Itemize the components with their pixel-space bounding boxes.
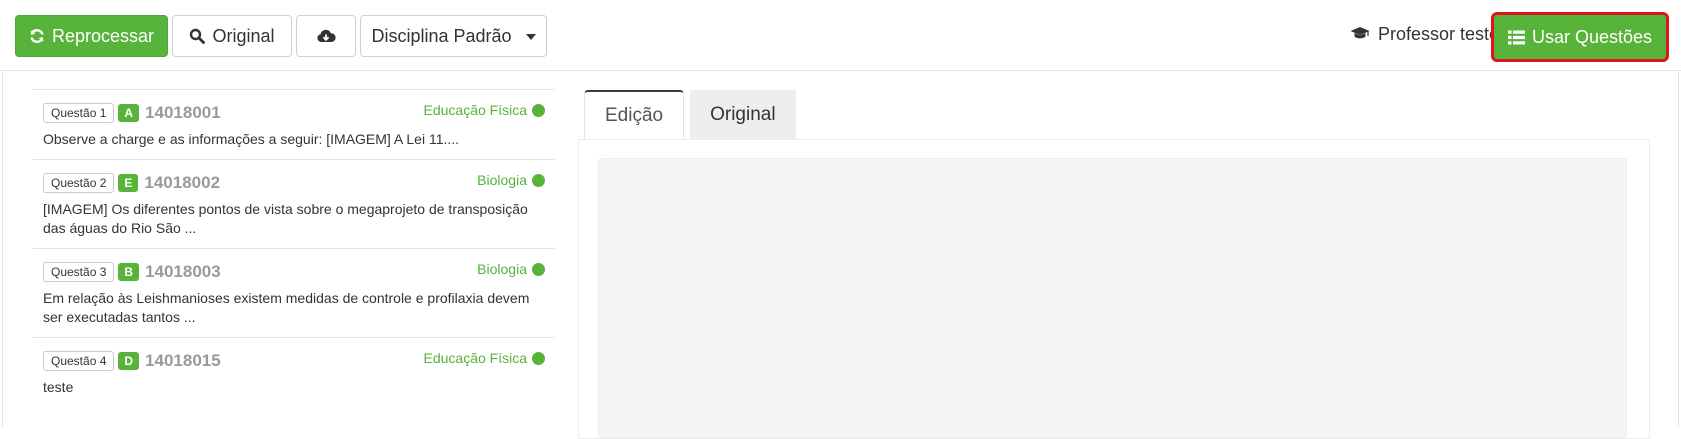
- question-code: 14018003: [145, 262, 221, 281]
- use-questions-button[interactable]: Usar Questões: [1491, 12, 1669, 62]
- refresh-icon: [29, 28, 45, 44]
- graduation-cap-icon: [1350, 24, 1370, 45]
- question-number-badge: Questão 1: [43, 103, 115, 123]
- download-button[interactable]: [296, 15, 356, 57]
- reprocess-label: Reprocessar: [51, 25, 155, 46]
- caret-down-icon: [525, 34, 536, 40]
- question-item[interactable]: Questão 3 B 14018003 Biologia Em relação…: [33, 249, 555, 338]
- question-number-badge: Questão 3: [43, 262, 115, 282]
- question-subject: Educação Física: [423, 350, 528, 366]
- use-questions-label: Usar Questões: [1531, 26, 1653, 47]
- question-subject: Educação Física: [423, 102, 528, 118]
- question-text: Observe a charge e as informações a segu…: [43, 131, 460, 147]
- tab-original[interactable]: Original: [690, 90, 796, 139]
- question-code: 14018015: [145, 351, 221, 370]
- user-menu[interactable]: Professor teste: [1350, 24, 1499, 45]
- answer-letter-badge: D: [118, 352, 140, 370]
- question-code: 14018002: [144, 173, 221, 192]
- answer-letter-badge: A: [118, 104, 140, 122]
- question-text: [IMAGEM] Os diferentes pontos de vista s…: [43, 201, 528, 236]
- status-dot-icon: [532, 103, 545, 117]
- question-item[interactable]: Questão 4 D 14018015 Educação Física tes…: [33, 338, 555, 407]
- question-text: Em relação às Leishmanioses existem medi…: [43, 290, 530, 325]
- question-editor-area[interactable]: [598, 158, 1627, 438]
- question-number-badge: Questão 4: [43, 351, 115, 371]
- answer-letter-badge: E: [118, 174, 139, 192]
- question-text: teste: [43, 379, 74, 395]
- status-dot-icon: [532, 351, 545, 365]
- user-name: Professor teste: [1378, 24, 1500, 44]
- original-label: Original: [212, 25, 275, 46]
- tab-edicao[interactable]: Edição: [584, 90, 685, 139]
- search-icon: [189, 28, 206, 44]
- toolbar: Reprocessar Original Disciplina Padrão P…: [0, 0, 1681, 71]
- answer-letter-badge: B: [118, 263, 140, 281]
- original-button[interactable]: Original: [172, 15, 292, 57]
- question-code: 14018001: [145, 103, 221, 122]
- question-item[interactable]: Questão 2 E 14018002 Biologia [IMAGEM] O…: [33, 160, 555, 249]
- status-dot-icon: [532, 262, 545, 276]
- discipline-dropdown[interactable]: Disciplina Padrão: [360, 15, 547, 57]
- question-list: Questão 1 A 14018001 Educação Física Obs…: [33, 89, 555, 407]
- question-subject: Biologia: [477, 261, 527, 277]
- discipline-label: Disciplina Padrão: [371, 25, 512, 46]
- question-number-badge: Questão 2: [43, 173, 115, 193]
- reprocess-button[interactable]: Reprocessar: [15, 15, 168, 57]
- question-item[interactable]: Questão 1 A 14018001 Educação Física Obs…: [33, 90, 555, 160]
- editor-tabs: Edição Original: [584, 90, 796, 139]
- list-icon: [1507, 30, 1525, 45]
- cloud-download-icon: [316, 28, 336, 44]
- question-subject: Biologia: [477, 172, 527, 188]
- status-dot-icon: [532, 173, 545, 187]
